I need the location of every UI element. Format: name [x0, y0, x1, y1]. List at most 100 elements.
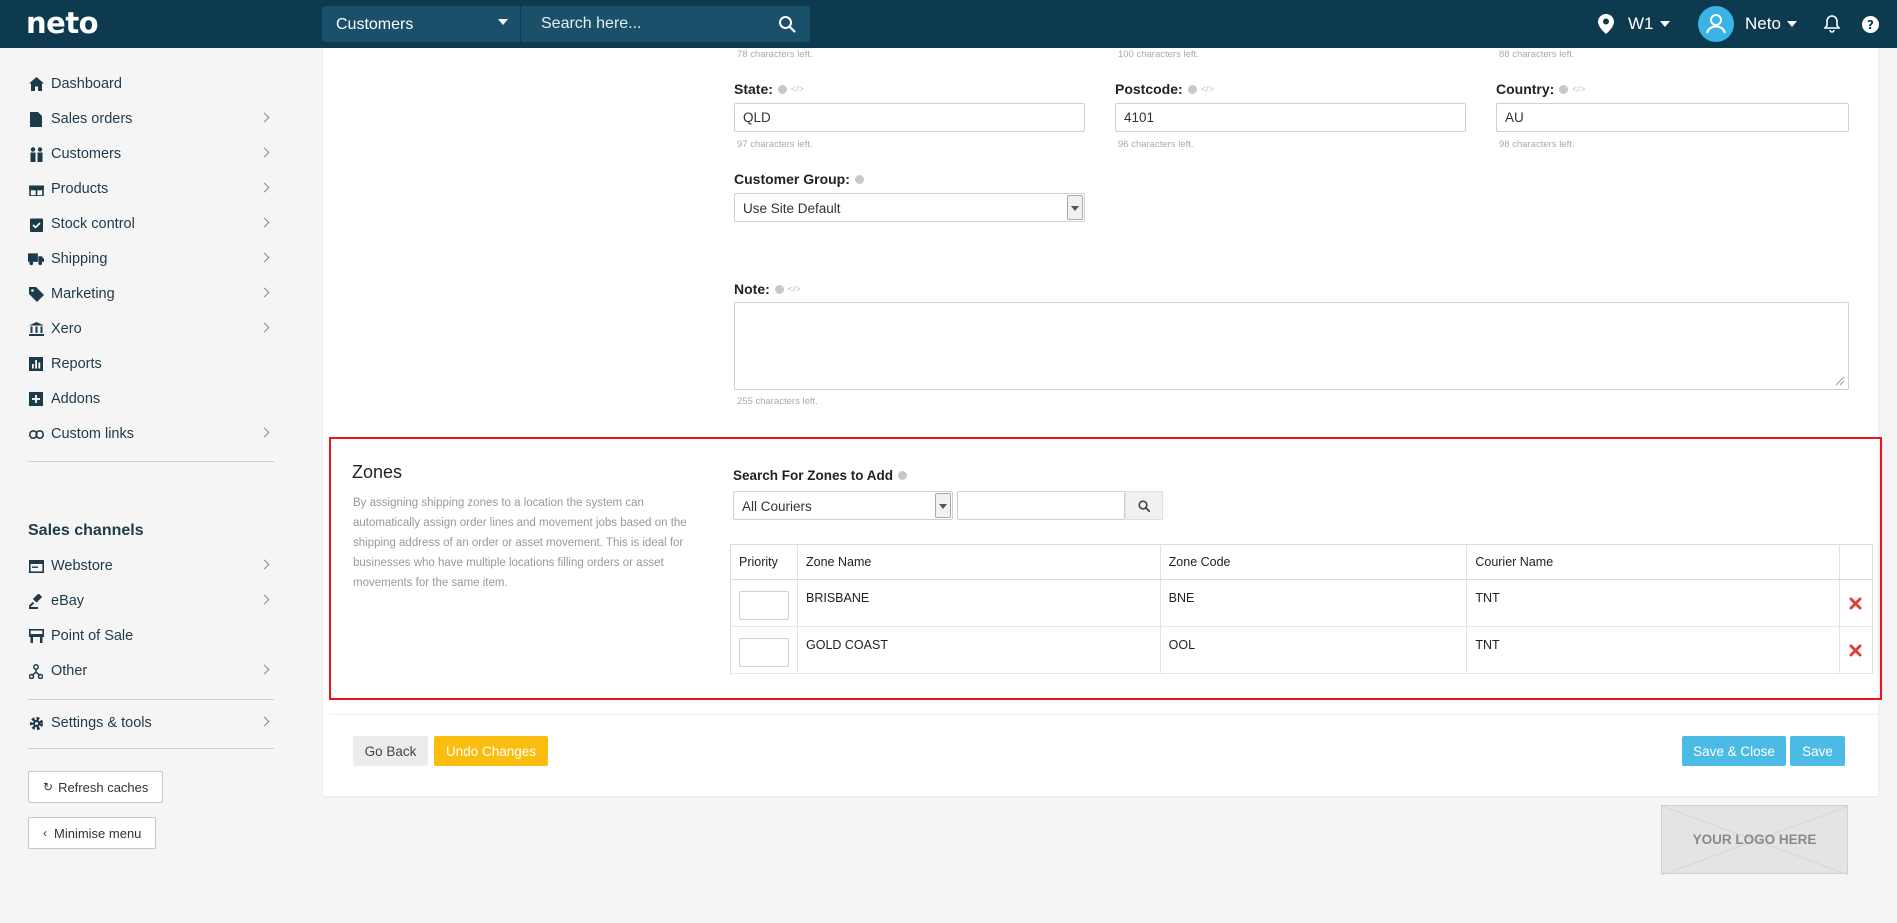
sidebar-item-label: Dashboard [51, 76, 122, 92]
info-icon[interactable] [1559, 84, 1569, 94]
sidebar-item-sales-orders[interactable]: Sales orders [28, 106, 274, 132]
country-field[interactable] [1496, 103, 1849, 132]
context-select[interactable]: Customers [322, 6, 520, 42]
sidebar-item-other[interactable]: Other [28, 658, 274, 684]
undo-changes-button[interactable]: Undo Changes [434, 736, 548, 766]
sidebar-item-label: Settings & tools [51, 715, 152, 731]
info-icon[interactable] [854, 174, 864, 184]
customer-group-label-text: Customer Group: [734, 171, 850, 187]
location-selector[interactable]: W1 [1628, 0, 1670, 48]
info-icon[interactable] [774, 284, 784, 294]
refresh-caches-button[interactable]: ↻ Refresh caches [28, 771, 164, 803]
chars-left: 96 characters left. [1118, 139, 1194, 150]
sidebar-item-customers[interactable]: Customers [28, 141, 274, 167]
svg-text:?: ? [1867, 18, 1874, 32]
location-pin-icon[interactable] [1598, 0, 1614, 48]
sidebar-item-custom-links[interactable]: Custom links [28, 421, 274, 447]
browser-icon [28, 558, 44, 574]
info-icon[interactable] [777, 84, 787, 94]
zone-name-cell: GOLD COAST [797, 626, 1161, 674]
chevron-down-icon [1659, 21, 1670, 27]
zone-code-cell: BNE [1160, 579, 1468, 627]
sidebar-item-reports[interactable]: Reports [28, 351, 274, 377]
sidebar-item-settings-tools[interactable]: Settings & tools [28, 710, 274, 736]
note-textarea[interactable] [734, 302, 1849, 390]
chevron-left-icon: ‹ [43, 826, 47, 840]
chars-left: 98 characters left. [1499, 139, 1575, 150]
sidebar-item-marketing[interactable]: Marketing [28, 281, 274, 307]
column-header-zone-name: Zone Name [797, 544, 1161, 580]
state-field[interactable] [734, 103, 1085, 132]
sidebar-item-label: Webstore [51, 558, 113, 574]
gavel-icon [28, 593, 44, 609]
remove-zone-icon[interactable] [1848, 597, 1864, 610]
minimise-menu-label: Minimise menu [54, 825, 142, 841]
country-label: Country: </> [1496, 81, 1585, 97]
column-header-actions [1839, 544, 1873, 580]
chars-left: 255 characters left. [737, 396, 818, 407]
user-menu[interactable]: Neto [1745, 0, 1797, 48]
logo-placeholder-text: YOUR LOGO HERE [1692, 832, 1817, 847]
gift-icon [28, 181, 44, 197]
top-bar: neto Customers W1 Neto ? [0, 0, 1897, 48]
sidebar-item-shipping[interactable]: Shipping [28, 246, 274, 272]
courier-name-cell: TNT [1466, 579, 1840, 627]
priority-input[interactable] [739, 637, 789, 667]
sidebar-divider [28, 461, 274, 462]
save-button[interactable]: Save [1790, 736, 1845, 766]
priority-cell [730, 626, 798, 674]
sidebar-item-label: Other [51, 663, 88, 679]
sidebar-item-label: Stock control [51, 216, 135, 232]
table-row: GOLD COAST OOL TNT [730, 626, 1873, 674]
chevron-down-icon [935, 493, 951, 518]
zone-search-button[interactable] [1125, 491, 1163, 520]
code-icon[interactable]: </> [788, 284, 801, 294]
sidebar-item-xero[interactable]: Xero [28, 316, 274, 342]
sidebar-item-products[interactable]: Products [28, 176, 274, 202]
avatar[interactable] [1698, 6, 1734, 42]
chars-left: 78 characters left. [737, 49, 813, 60]
remove-zone-icon[interactable] [1848, 644, 1864, 657]
sidebar-item-addons[interactable]: Addons [28, 386, 274, 412]
sidebar-item-point-of-sale[interactable]: Point of Sale [28, 623, 274, 649]
help-icon[interactable]: ? [1862, 0, 1879, 48]
sidebar-item-label: Xero [51, 321, 82, 337]
users-icon [28, 146, 44, 162]
save-close-button[interactable]: Save & Close [1682, 736, 1786, 766]
minimise-menu-button[interactable]: ‹ Minimise menu [28, 817, 157, 849]
sidebar-item-webstore[interactable]: Webstore [28, 553, 274, 579]
priority-input[interactable] [739, 590, 789, 620]
sidebar-item-label: Custom links [51, 426, 134, 442]
sales-channels-heading: Sales channels [28, 522, 144, 539]
sidebar-item-dashboard[interactable]: Dashboard [28, 71, 274, 97]
zone-search-input[interactable] [957, 491, 1125, 520]
courier-select[interactable]: All Couriers [733, 491, 953, 520]
resize-grip-icon[interactable] [1835, 376, 1845, 386]
customer-group-select[interactable]: Use Site Default [734, 193, 1085, 222]
table-row: BRISBANE BNE TNT [730, 579, 1873, 627]
chevron-down-icon [498, 19, 508, 25]
go-back-button[interactable]: Go Back [353, 736, 428, 766]
search-icon[interactable] [778, 15, 796, 33]
chevron-right-icon [259, 217, 270, 228]
user-icon [1706, 14, 1726, 34]
search-input[interactable] [521, 6, 771, 42]
code-icon[interactable]: </> [791, 84, 804, 94]
chevron-down-icon [1786, 21, 1797, 27]
info-icon[interactable] [1187, 84, 1197, 94]
sidebar-item-label: Shipping [51, 251, 108, 267]
info-icon[interactable] [898, 471, 908, 480]
neto-logo[interactable]: neto [26, 6, 99, 40]
bell-icon[interactable] [1824, 0, 1840, 48]
sidebar-item-stock-control[interactable]: Stock control [28, 211, 274, 237]
chevron-right-icon [259, 252, 270, 263]
chevron-right-icon [259, 112, 270, 123]
code-icon[interactable]: </> [1201, 84, 1214, 94]
chevron-right-icon [259, 427, 270, 438]
zones-title: Zones [352, 462, 403, 482]
sidebar-item-ebay[interactable]: eBay [28, 588, 274, 614]
zones-description: By assigning shipping zones to a locatio… [353, 497, 687, 589]
sidebar-item-label: Products [51, 181, 109, 197]
postcode-field[interactable] [1115, 103, 1466, 132]
code-icon[interactable]: </> [1572, 84, 1585, 94]
